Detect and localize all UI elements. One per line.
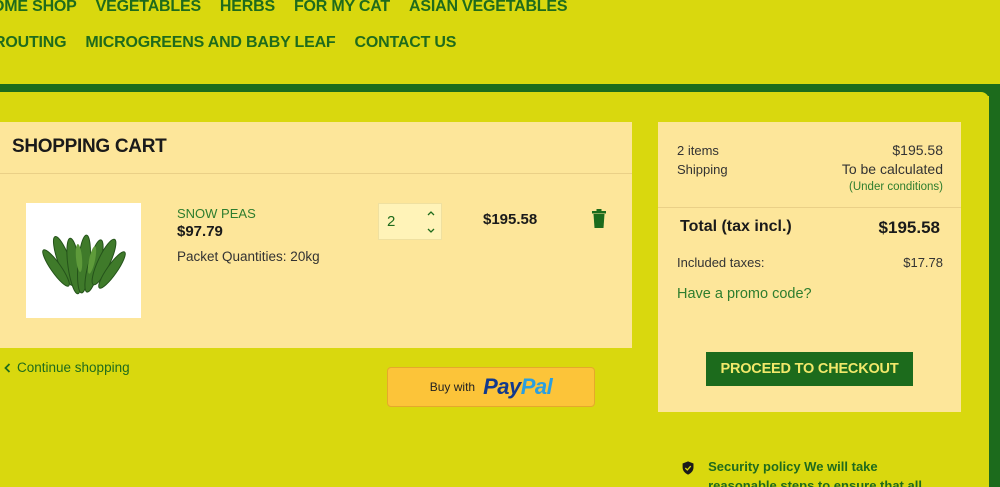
nav-item-microgreens[interactable]: MICROGREENS AND BABY LEAF [85,34,335,52]
shipping-note: (Under conditions) [849,181,943,193]
nav-item-contact-us[interactable]: CONTACT US [355,34,457,52]
snow-peas-image [41,234,126,294]
taxes-value: $17.78 [903,255,943,270]
paypal-buy-label: Buy with [429,380,476,394]
product-image[interactable] [26,203,141,318]
paypal-logo: PayPal [483,374,553,400]
nav-item-sprouting[interactable]: ROUTING [0,34,67,52]
total-value: $195.58 [878,218,940,237]
proceed-to-checkout-button[interactable]: PROCEED TO CHECKOUT [706,352,913,386]
taxes-label: Included taxes: [677,255,765,270]
quantity-input[interactable] [379,204,423,239]
shield-check-icon [682,461,694,475]
trash-icon[interactable] [592,209,606,228]
nav-row-2: ROUTING MICROGREENS AND BABY LEAF CONTAC… [0,34,475,52]
side-border [989,84,1000,487]
nav-item-home-shop[interactable]: OME SHOP [0,0,77,16]
security-policy-text: Security policy We will take reasonable … [708,459,922,487]
chevron-down-icon[interactable] [425,223,437,237]
items-subtotal: $195.58 [892,142,943,158]
product-price: $97.79 [177,223,223,240]
cart-divider [0,173,632,174]
quantity-stepper [378,203,442,240]
chevron-left-icon [4,362,11,373]
paypal-logo-pay: Pay [483,374,521,399]
promo-code-link[interactable]: Have a promo code? [677,286,812,302]
nav-item-vegetables[interactable]: VEGETABLES [96,0,201,16]
shipping-value: To be calculated [841,161,943,177]
nav-item-asian-vegetables[interactable]: ASIAN VEGETABLES [409,0,568,16]
top-navigation: OME SHOP VEGETABLES HERBS FOR MY CAT ASI… [0,0,1000,86]
total-label: Total (tax incl.) [680,218,792,235]
shipping-label: Shipping [677,162,728,177]
items-count: 2 items [677,143,719,158]
cart-title: SHOPPING CART [12,136,167,157]
nav-row-1: OME SHOP VEGETABLES HERBS FOR MY CAT ASI… [0,0,586,16]
paypal-button[interactable]: Buy with PayPal [387,367,595,407]
nav-item-for-my-cat[interactable]: FOR MY CAT [294,0,390,16]
chevron-up-icon[interactable] [425,206,437,220]
product-name-link[interactable]: SNOW PEAS [177,206,256,221]
product-attribute: Packet Quantities: 20kg [177,249,320,264]
continue-shopping-link[interactable]: Continue shopping [4,360,130,375]
continue-shopping-label: Continue shopping [17,360,130,375]
security-policy: Security policy We will take reasonable … [682,457,942,487]
line-total: $195.58 [483,211,538,228]
summary-divider [658,207,961,208]
paypal-logo-pal: Pal [520,374,553,399]
nav-item-herbs[interactable]: HERBS [220,0,275,16]
